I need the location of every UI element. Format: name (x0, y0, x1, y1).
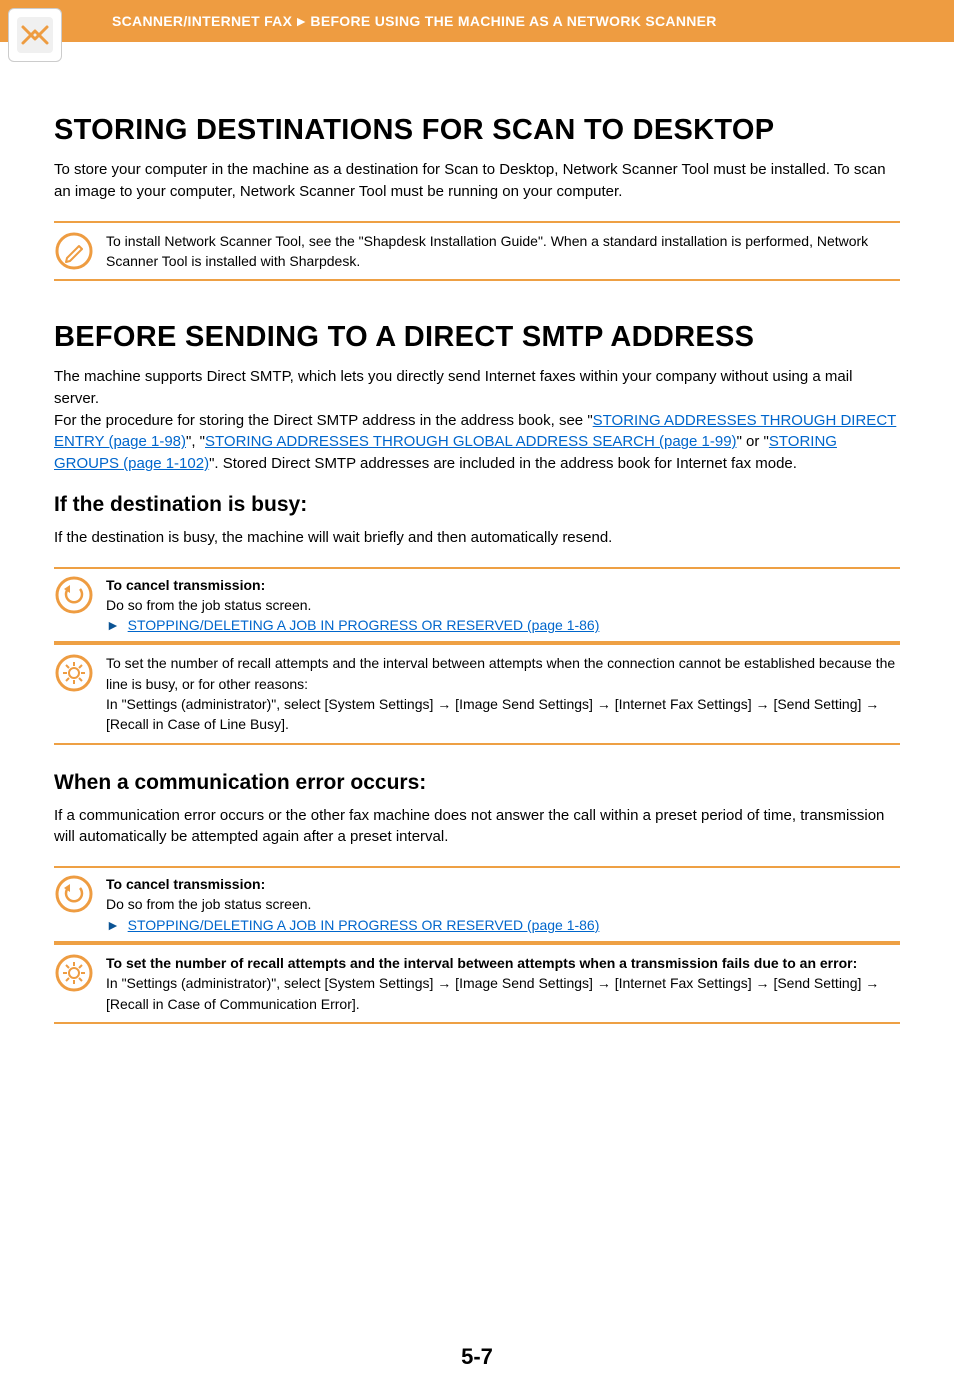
subheading-error: When a communication error occurs: (54, 771, 900, 795)
info-pencil-icon (54, 231, 94, 271)
link-storing-global-search[interactable]: STORING ADDRESSES THROUGH GLOBAL ADDRESS… (205, 433, 737, 450)
cancel-note-block-error: To cancel transmission: Do so from the j… (54, 866, 900, 943)
back-arrow-icon (54, 575, 94, 615)
body-error: If a communication error occurs or the o… (54, 805, 900, 849)
section-title-smtp: BEFORE SENDING TO A DIRECT SMTP ADDRESS (54, 321, 900, 354)
breadcrumb-page: BEFORE USING THE MACHINE AS A NETWORK SC… (310, 13, 716, 29)
section-body-smtp: The machine supports Direct SMTP, which … (54, 366, 900, 475)
section-title-scan-desktop: STORING DESTINATIONS FOR SCAN TO DESKTOP (54, 114, 900, 147)
cancel-body-busy: Do so from the job status screen. (106, 595, 900, 615)
page-content: STORING DESTINATIONS FOR SCAN TO DESKTOP… (0, 42, 954, 1400)
smtp-text-post: ". Stored Direct SMTP addresses are incl… (209, 455, 797, 472)
settings-note-block-busy: To set the number of recall attempts and… (54, 643, 900, 744)
settings-body-error: In "Settings (administrator)", select [S… (106, 973, 900, 1014)
settings-body2-busy: In "Settings (administrator)", select [S… (106, 694, 900, 735)
cancel-title-error: To cancel transmission: (106, 874, 900, 894)
gear-icon (54, 653, 94, 693)
gear-icon (54, 953, 94, 993)
settings-note-content-error: To set the number of recall attempts and… (106, 953, 900, 1014)
cancel-note-content-busy: To cancel transmission: Do so from the j… (106, 575, 900, 636)
link-stopping-job-error[interactable]: STOPPING/DELETING A JOB IN PROGRESS OR R… (128, 917, 600, 933)
header-bar: SCANNER/INTERNET FAX ► BEFORE USING THE … (0, 0, 954, 42)
back-arrow-icon (54, 874, 94, 914)
section-body-scan-desktop: To store your computer in the machine as… (54, 159, 900, 203)
arrow-icon: ► (106, 917, 120, 933)
subheading-busy: If the destination is busy: (54, 493, 900, 517)
settings-note-content-busy: To set the number of recall attempts and… (106, 653, 900, 734)
arrow-icon: ► (106, 617, 120, 633)
scanner-fax-icon (15, 15, 55, 55)
settings-body1-busy: To set the number of recall attempts and… (106, 653, 900, 694)
settings-note-block-error: To set the number of recall attempts and… (54, 943, 900, 1024)
smtp-text-mid1: ", " (186, 433, 205, 450)
cancel-title-busy: To cancel transmission: (106, 575, 900, 595)
body-busy: If the destination is busy, the machine … (54, 527, 900, 549)
page-number: 5-7 (54, 1344, 900, 1400)
info-note-text: To install Network Scanner Tool, see the… (106, 231, 900, 272)
scanner-icon (8, 8, 62, 62)
breadcrumb: SCANNER/INTERNET FAX ► BEFORE USING THE … (112, 13, 717, 29)
link-stopping-job-busy[interactable]: STOPPING/DELETING A JOB IN PROGRESS OR R… (128, 617, 600, 633)
cancel-note-content-error: To cancel transmission: Do so from the j… (106, 874, 900, 935)
cancel-body-error: Do so from the job status screen. (106, 894, 900, 914)
breadcrumb-section: SCANNER/INTERNET FAX (112, 13, 292, 29)
info-note-block: To install Network Scanner Tool, see the… (54, 221, 900, 282)
cancel-note-block-busy: To cancel transmission: Do so from the j… (54, 567, 900, 644)
smtp-text-mid2: " or " (737, 433, 769, 450)
settings-title-error: To set the number of recall attempts and… (106, 953, 900, 973)
breadcrumb-arrow-icon: ► (294, 13, 308, 29)
